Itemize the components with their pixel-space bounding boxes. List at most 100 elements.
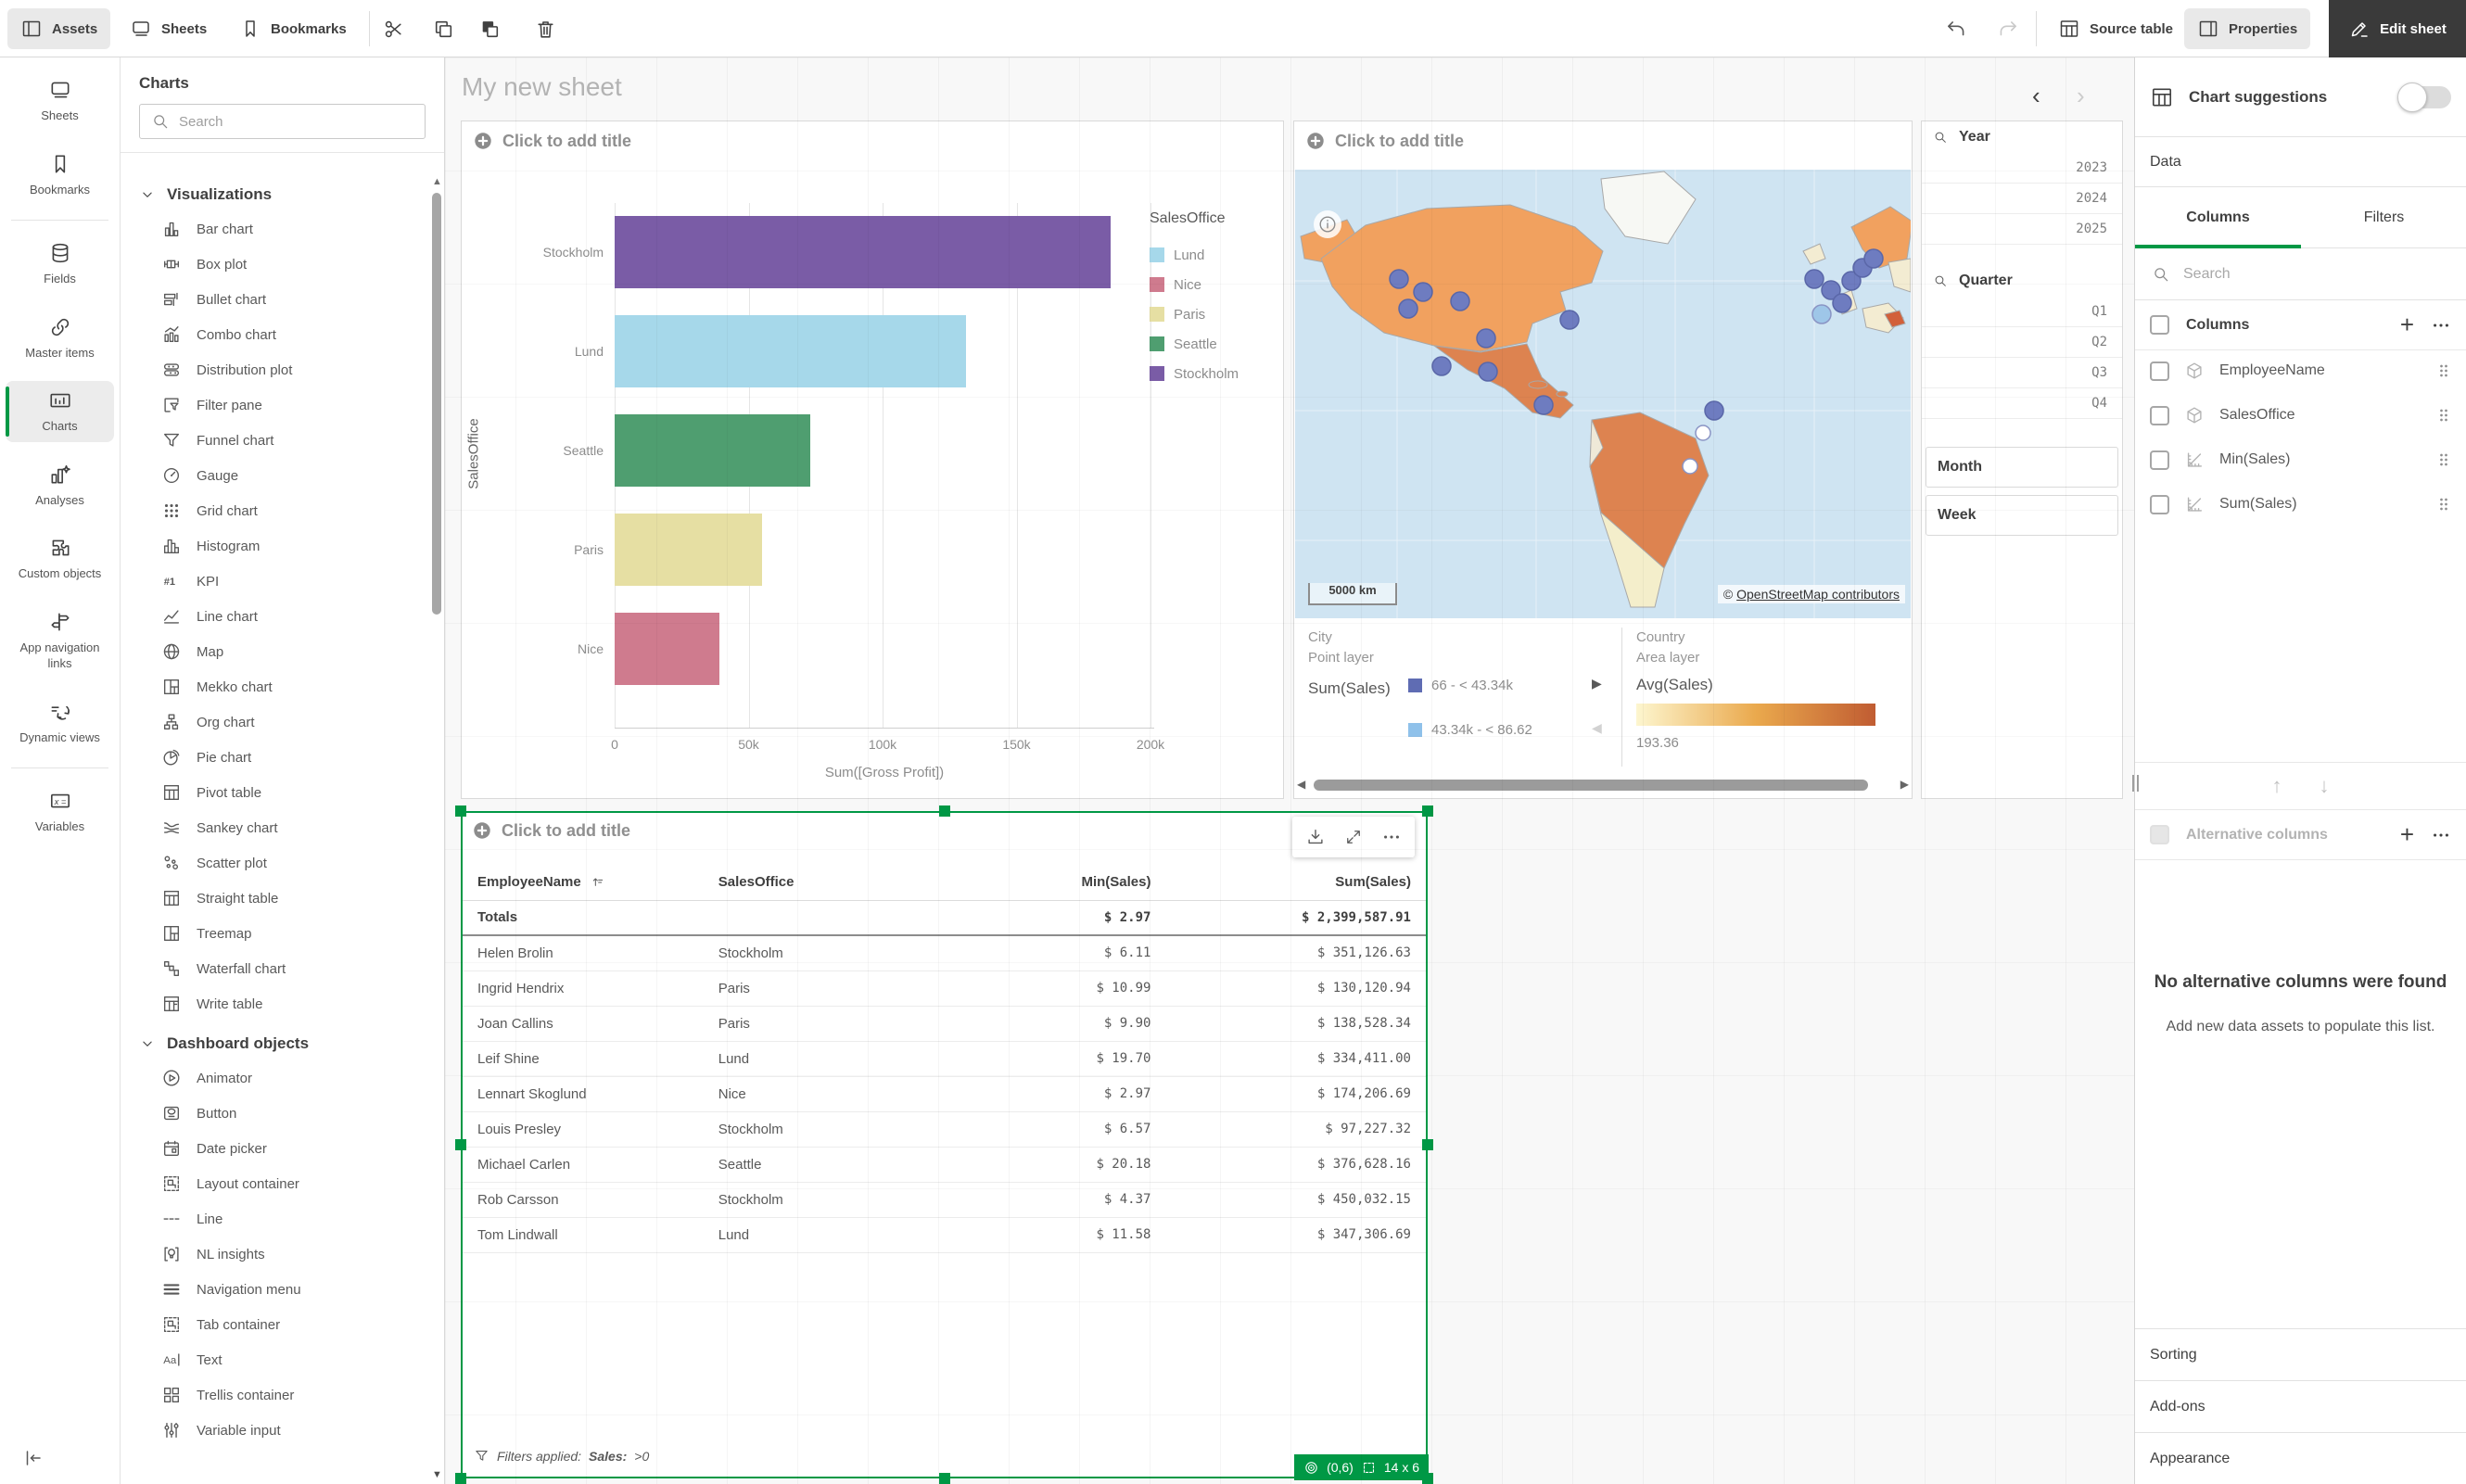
filter-value-q1[interactable]: Q1 <box>1922 297 2122 327</box>
filter-pane-object[interactable]: Year202320242025QuarterQ1Q2Q3Q4MonthWeek <box>1921 120 2123 799</box>
sheets-tab[interactable]: Sheets <box>117 8 220 49</box>
chart-item-straight-table[interactable]: Straight table <box>121 881 431 916</box>
chart-item-button[interactable]: Button <box>121 1096 431 1131</box>
map-point-marker[interactable] <box>1390 270 1408 288</box>
chart-item-filter-pane[interactable]: Filter pane <box>121 387 431 423</box>
map-info-button[interactable] <box>1314 210 1341 238</box>
bar-chart-title-placeholder[interactable]: Click to add title <box>473 131 631 151</box>
sidebar-item-fields[interactable]: Fields <box>6 234 114 295</box>
filter-group-week[interactable]: Week <box>1926 495 2118 536</box>
copy-button[interactable] <box>428 14 458 44</box>
chart-item-histogram[interactable]: Histogram <box>121 528 431 564</box>
resize-handle[interactable] <box>455 805 466 817</box>
map-point-marker[interactable] <box>1683 459 1697 474</box>
map-point-marker[interactable] <box>1477 329 1495 348</box>
straight-table-object[interactable]: Click to add title EmployeeNameSalesOffi… <box>461 811 1428 1478</box>
select-all-checkbox[interactable] <box>2150 315 2169 335</box>
map-point-marker[interactable] <box>1451 292 1469 311</box>
legend-item-seattle[interactable]: Seattle <box>1150 329 1239 359</box>
chart-item-kpi[interactable]: KPI <box>121 564 431 599</box>
table-row[interactable]: Leif ShineLund$ 19.70$ 334,411.00 <box>463 1041 1426 1076</box>
filter-value-q4[interactable]: Q4 <box>1922 388 2122 419</box>
legend-item-nice[interactable]: Nice <box>1150 270 1239 299</box>
resize-handle[interactable] <box>455 1139 466 1150</box>
chart-item-layout-container[interactable]: Layout container <box>121 1166 431 1201</box>
filter-value-q2[interactable]: Q2 <box>1922 327 2122 358</box>
resize-handle[interactable] <box>939 805 950 817</box>
chart-item-treemap[interactable]: Treemap <box>121 916 431 951</box>
chart-suggestions-toggle[interactable] <box>2399 86 2451 108</box>
map-title-placeholder[interactable]: Click to add title <box>1305 131 1464 151</box>
chart-item-org-chart[interactable]: Org chart <box>121 704 431 740</box>
previous-sheet-button[interactable]: ‹ <box>2032 82 2040 110</box>
chart-item-mekko-chart[interactable]: Mekko chart <box>121 669 431 704</box>
add-column-button[interactable]: + <box>2400 311 2414 339</box>
alternative-checkbox[interactable] <box>2150 825 2169 844</box>
scroll-up-icon[interactable]: ▲ <box>431 176 443 187</box>
table-row[interactable]: Rob CarssonStockholm$ 4.37$ 450,032.15 <box>463 1182 1426 1217</box>
sidebar-item-master-items[interactable]: Master items <box>6 308 114 369</box>
move-down-icon[interactable]: ↓ <box>2320 774 2330 798</box>
chart-item-variable-input[interactable]: Variable input <box>121 1413 431 1448</box>
resize-handle[interactable] <box>939 1473 950 1484</box>
move-up-icon[interactable]: ↑ <box>2272 774 2282 798</box>
sidebar-item-sheets[interactable]: Sheets <box>6 70 114 132</box>
filter-group-year[interactable]: Year <box>1922 121 2122 153</box>
sidebar-item-custom-objects[interactable]: Custom objects <box>6 528 114 590</box>
undo-button[interactable] <box>1941 14 1971 44</box>
drag-handle[interactable] <box>2434 495 2453 514</box>
column-header-salesoffice[interactable]: SalesOffice <box>704 865 934 900</box>
column-header-sum(sales)[interactable]: Sum(Sales) <box>1165 865 1426 900</box>
assets-search-input[interactable] <box>179 114 401 130</box>
table-row[interactable]: Michael CarlenSeattle$ 20.18$ 376,628.16 <box>463 1147 1426 1182</box>
panel-resize-handle[interactable] <box>2129 771 2141 795</box>
chart-item-sankey-chart[interactable]: Sankey chart <box>121 810 431 845</box>
filter-value-2024[interactable]: 2024 <box>1922 184 2122 214</box>
tab-filters[interactable]: Filters <box>2301 187 2466 248</box>
add-alternative-button[interactable]: + <box>2400 820 2414 849</box>
map-point-marker[interactable] <box>1479 362 1497 381</box>
bar-lund[interactable] <box>615 315 966 387</box>
column-header-min(sales)[interactable]: Min(Sales) <box>934 865 1165 900</box>
section-sorting[interactable]: Sorting <box>2135 1328 2466 1380</box>
column-checkbox[interactable] <box>2150 495 2169 514</box>
properties-button[interactable]: Properties <box>2184 8 2310 49</box>
chart-item-tab-container[interactable]: Tab container <box>121 1307 431 1342</box>
map-object[interactable]: Click to add title <box>1293 120 1913 799</box>
table-row[interactable]: Louis PresleyStockholm$ 6.57$ 97,227.32 <box>463 1111 1426 1147</box>
legend-item-paris[interactable]: Paris <box>1150 299 1239 329</box>
redo-button[interactable] <box>1993 14 2023 44</box>
chart-item-gauge[interactable]: Gauge <box>121 458 431 493</box>
sidebar-item-app-navigation-links[interactable]: App navigation links <box>6 602 114 679</box>
map-horizontal-scrollbar[interactable]: ◀ ▶ <box>1295 778 1911 793</box>
map-point-marker[interactable] <box>1805 270 1824 288</box>
chart-item-funnel-chart[interactable]: Funnel chart <box>121 423 431 458</box>
chart-item-navigation-menu[interactable]: Navigation menu <box>121 1272 431 1307</box>
table-row[interactable]: Lennart SkoglundNice$ 2.97$ 174,206.69 <box>463 1076 1426 1111</box>
sheet-title[interactable]: My new sheet <box>462 72 622 102</box>
map-point-marker[interactable] <box>1812 305 1831 323</box>
map-viewport[interactable]: 5000 km © OpenStreetMap contributors <box>1295 170 1911 618</box>
chart-item-date-picker[interactable]: Date picker <box>121 1131 431 1166</box>
section-appearance[interactable]: Appearance <box>2135 1432 2466 1484</box>
map-point-marker[interactable] <box>1432 357 1451 375</box>
table-title-placeholder[interactable]: Click to add title <box>472 820 630 841</box>
sidebar-item-bookmarks[interactable]: Bookmarks <box>6 145 114 206</box>
scroll-left-icon[interactable]: ◀ <box>1297 778 1305 791</box>
section-add-ons[interactable]: Add-ons <box>2135 1380 2466 1432</box>
column-item-sumsales[interactable]: Sum(Sales) <box>2135 482 2466 526</box>
more-options-button[interactable] <box>1381 827 1402 847</box>
drag-handle[interactable] <box>2434 450 2453 469</box>
filter-value-q3[interactable]: Q3 <box>1922 358 2122 388</box>
column-item-salesoffice[interactable]: SalesOffice <box>2135 393 2466 438</box>
bar-stockholm[interactable] <box>615 216 1111 288</box>
table-row[interactable]: Joan CallinsParis$ 9.90$ 138,528.34 <box>463 1006 1426 1041</box>
column-checkbox[interactable] <box>2150 361 2169 381</box>
chart-item-animator[interactable]: Animator <box>121 1060 431 1096</box>
paste-button[interactable] <box>475 14 504 44</box>
columns-search[interactable] <box>2135 248 2466 300</box>
filter-value-2025[interactable]: 2025 <box>1922 214 2122 245</box>
edit-sheet-button[interactable]: Edit sheet <box>2329 0 2466 57</box>
assets-search[interactable] <box>139 104 426 139</box>
section-dashboard-objects[interactable]: Dashboard objects <box>121 1021 431 1060</box>
